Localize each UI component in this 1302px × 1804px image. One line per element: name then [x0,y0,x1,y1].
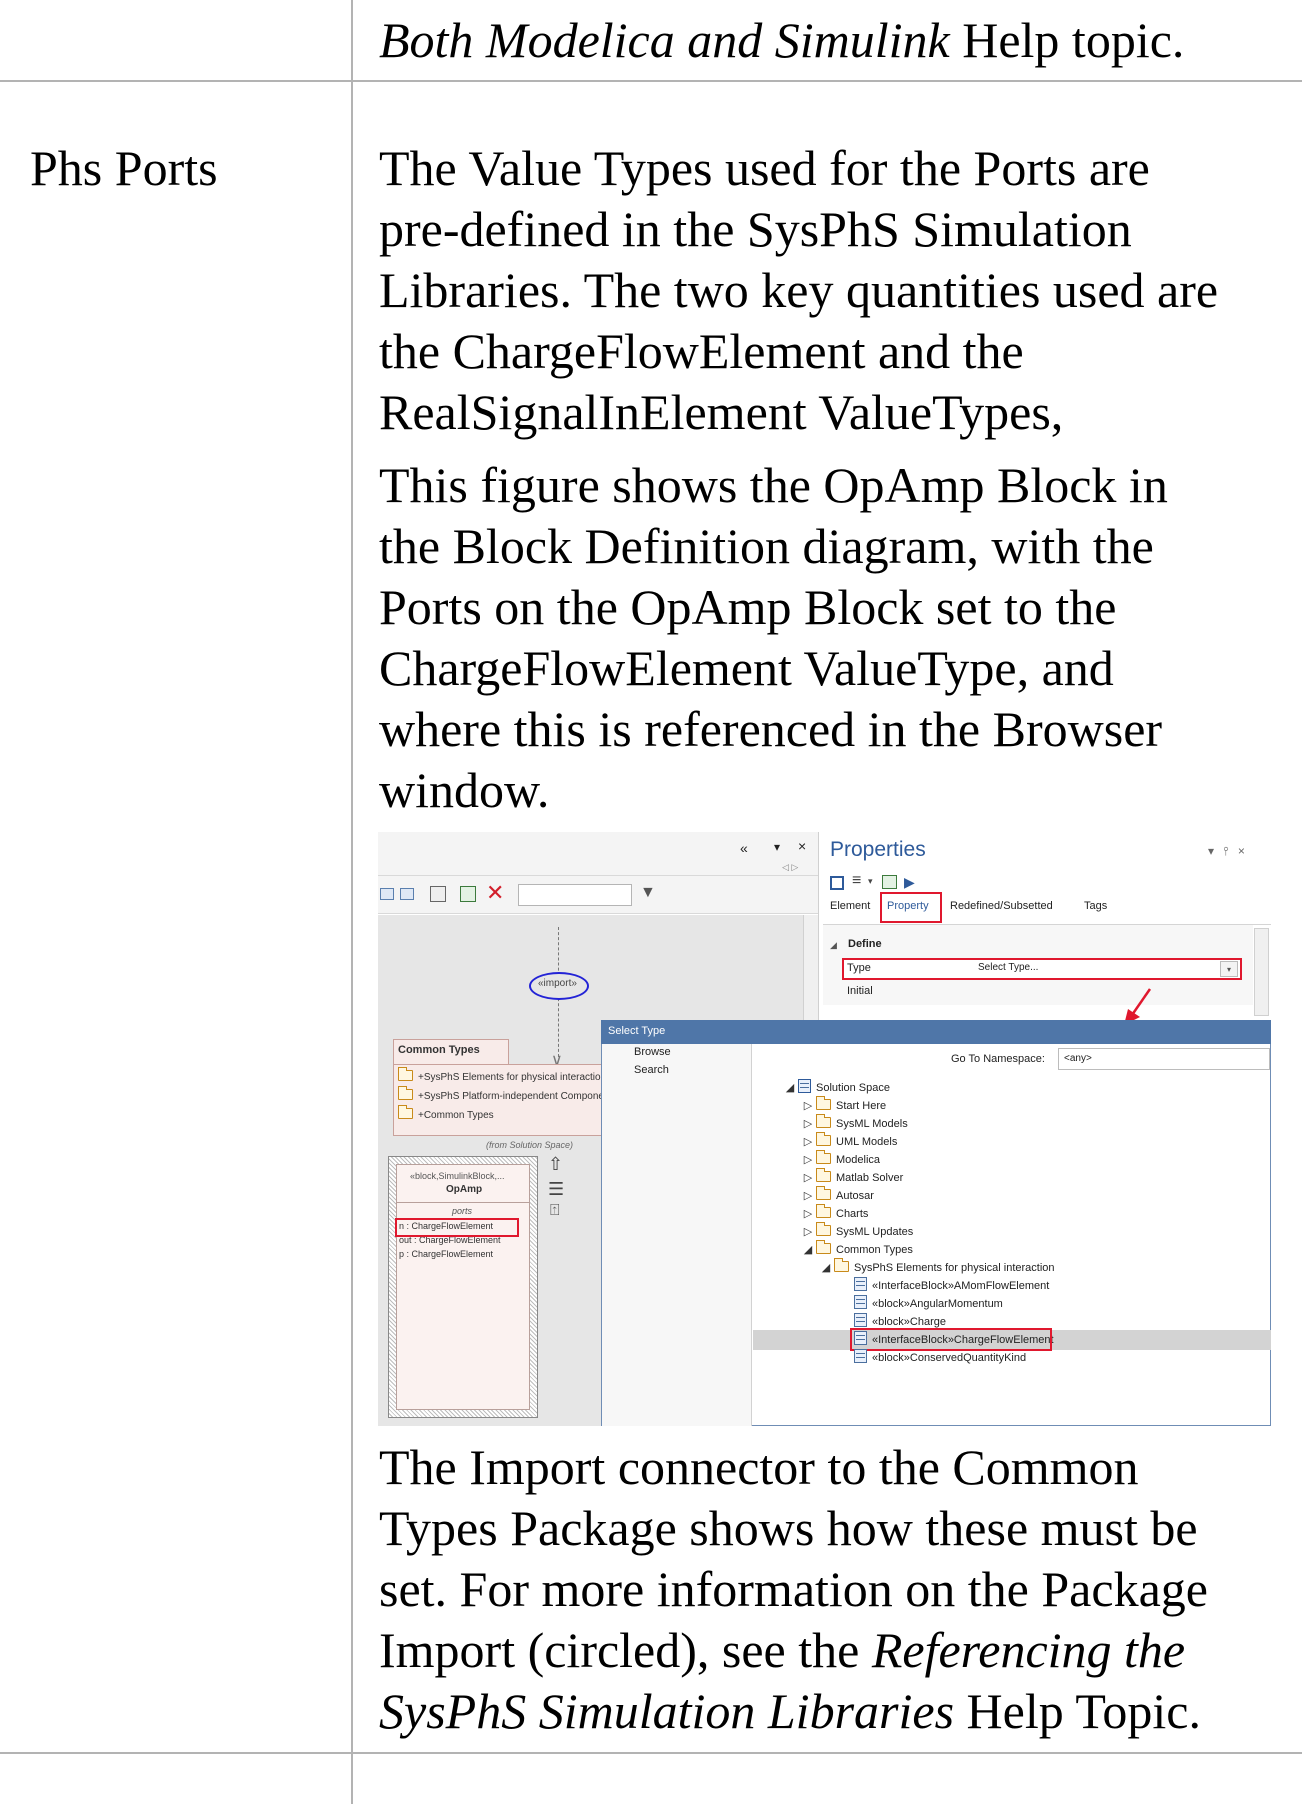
table-rule-top [0,80,1302,82]
para2-line: where this is referenced in the Browser [379,701,1163,757]
help-topic-link-part2[interactable]: SysPhS Simulation Libraries [379,1683,954,1739]
section-define: Define [848,938,882,950]
tab-redefined[interactable]: Redefined/Subsetted [950,900,1053,912]
nav-arrows-icon[interactable]: ◁ ▷ [782,862,798,873]
para3-line: The Import connector to the Common [379,1439,1139,1495]
dropdown-icon[interactable]: ▾ [774,840,780,854]
namespace-value: <any> [1064,1053,1092,1064]
port-highlight [395,1218,519,1237]
para3-line4-prefix: Import (circled), see the [379,1622,872,1678]
tree-item[interactable]: ▷ SysML Models [800,1114,908,1134]
tree-item[interactable]: ▷ Autosar [800,1186,874,1206]
ports-compartment-label: ports [452,1206,473,1216]
tree-item[interactable]: «InterfaceBlock»AMomFlowElement [854,1276,1049,1296]
properties-toolbar: ≡ ▾ ▶ [830,872,950,894]
block-stereotype: «block,SimulinkBlock,... [410,1171,505,1181]
para1-line: Libraries. The two key quantities used a… [379,262,1219,318]
tree-item[interactable]: ▷ Matlab Solver [800,1168,903,1188]
column-divider-upper [351,0,353,1804]
top-row-text: Both Modelica and Simulink Help topic. [379,10,1184,71]
tree-item[interactable]: ◢ Common Types [800,1240,913,1260]
para2-line: Ports on the OpAmp Block set to the [379,579,1117,635]
figure-screenshot: « ▾ × ◁ ▷ ✕ ▼ ∨ «import» Common Types +S… [378,832,1271,1426]
tree-item[interactable]: «block»AngularMomentum [854,1294,1003,1314]
list-icon[interactable]: ≡ [852,872,861,890]
package-name: Common Types [398,1044,480,1056]
tree-item[interactable]: ◢ SysPhS Elements for physical interactio… [818,1258,1055,1278]
package-item: +SysPhS Platform-independent Compone [397,1086,604,1102]
layout-icon[interactable] [380,888,394,900]
collapse-icon[interactable]: « [740,840,748,856]
tree-item[interactable]: ▷ Modelica [800,1150,880,1170]
tab-element[interactable]: Element [830,900,870,912]
dialog-titlebar[interactable] [601,1020,1271,1044]
dialog-title: Select Type [608,1025,666,1037]
properties-title-controls[interactable]: ▾ ⫯ × [1208,844,1245,859]
para1-line: pre-defined in the SysPhS Simulation [379,201,1132,257]
block-body[interactable] [396,1164,530,1410]
tree-item[interactable]: «block»ConservedQuantityKind [854,1348,1026,1368]
block-name: OpAmp [446,1184,483,1195]
table-rule-bottom [0,1752,1302,1754]
para3-line: SysPhS Simulation Libraries Help Topic. [379,1681,1201,1742]
para3-line: Types Package shows how these must be [379,1500,1198,1556]
tab-tags[interactable]: Tags [1084,900,1107,912]
tree-item[interactable]: ▷ Charts [800,1204,868,1224]
para3-line5-suffix: Help Topic. [954,1683,1201,1739]
block-divider [396,1202,530,1203]
type-label: Type [847,962,871,974]
para2-line: window. [379,762,550,818]
from-note: (from Solution Space) [486,1140,574,1150]
para1-line: the ChargeFlowElement and the [379,323,1024,379]
type-row[interactable] [842,958,1242,980]
chevron-down-icon[interactable]: ▾ [868,876,873,887]
nav-search[interactable]: Search [634,1064,669,1076]
filter-input[interactable] [518,884,632,906]
hierarchy-icon[interactable] [430,886,446,902]
properties-icon[interactable] [460,886,476,902]
properties-title: Properties [830,838,926,861]
para2-line: ChargeFlowElement ValueType, and [379,640,1114,696]
menu-icon[interactable]: ☰ [548,1179,564,1200]
save-icon[interactable] [830,876,844,890]
top-row-suffix: Help topic. [949,12,1185,68]
tree-item[interactable]: ▷ UML Models [800,1132,897,1152]
layout-icon[interactable] [400,888,414,900]
namespace-label: Go To Namespace: [951,1053,1045,1065]
nav-browse[interactable]: Browse [634,1046,671,1058]
initial-label: Initial [847,985,873,997]
import-label: «import» [538,978,577,989]
dialog-nav-panel [602,1044,752,1426]
para2-line: This figure shows the OpAmp Block in [379,457,1168,513]
close-icon[interactable]: × [798,838,806,854]
tree-item[interactable]: ◢ Solution Space [782,1078,890,1098]
grid-scrollbar[interactable] [1254,928,1269,1016]
para3-line: Import (circled), see the Referencing th… [379,1620,1185,1681]
tab-property-highlight [880,892,942,923]
row-label: Phs Ports [30,140,218,196]
tree-item[interactable]: ▷ SysML Updates [800,1222,913,1242]
play-icon[interactable]: ▶ [904,874,915,891]
filter-icon[interactable]: ▼ [640,884,656,902]
tree-item[interactable]: ▷ Start Here [800,1096,886,1116]
para3-line: set. For more information on the Package [379,1561,1208,1617]
para1-line: The Value Types used for the Ports are [379,140,1150,196]
section-collapse-icon[interactable]: ◢ [830,940,837,951]
package-item: +SysPhS Elements for physical interactio… [397,1067,606,1083]
port-item[interactable]: p : ChargeFlowElement [399,1249,493,1259]
quicklinker-arrow-icon[interactable]: ⇧ [548,1154,563,1175]
type-value[interactable]: Select Type... [978,962,1038,973]
help-topic-link-part1[interactable]: Referencing the [872,1622,1185,1678]
top-row-italic: Both Modelica and Simulink [379,12,950,68]
diagram-toolbar: ✕ ▼ [378,876,818,914]
properties-icon[interactable] [882,875,897,889]
para1-line: RealSignalInElement ValueTypes, [379,384,1064,440]
package-item: +Common Types [397,1105,494,1121]
delete-icon[interactable]: ✕ [486,880,504,906]
diagram-panel-header [378,832,818,876]
para2-line: the Block Definition diagram, with the [379,518,1154,574]
pin-icon[interactable]: ⍐ [550,1202,560,1220]
type-dropdown[interactable]: ▾ [1220,961,1238,977]
